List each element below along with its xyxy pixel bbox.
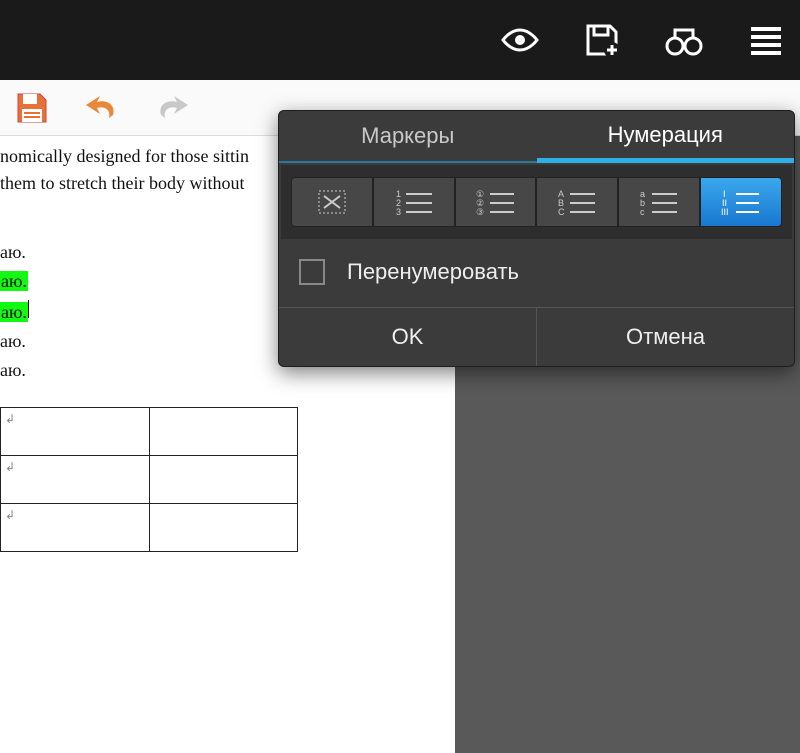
numbering-style-selector: 123 ①②③ ABC abc IIIIII (281, 165, 792, 239)
document-table[interactable]: ↲ ↲ ↲ (0, 407, 298, 552)
popup-tabs: Маркеры Нумерация (279, 111, 794, 163)
redo-icon[interactable] (152, 88, 192, 128)
ok-button[interactable]: OK (279, 308, 537, 366)
numbering-popup: Маркеры Нумерация 123 ①②③ ABC abc IIIIII… (278, 110, 795, 367)
numbering-style-alpha-upper[interactable]: ABC (536, 177, 618, 227)
save-plus-icon[interactable] (580, 18, 624, 62)
renumber-row: Перенумеровать (279, 241, 794, 307)
table-cell[interactable] (149, 504, 298, 552)
svg-text:C: C (558, 207, 565, 217)
popup-actions: OK Отмена (279, 307, 794, 366)
numbering-style-circled[interactable]: ①②③ (455, 177, 537, 227)
numbering-style-decimal[interactable]: 123 (373, 177, 455, 227)
menu-icon[interactable] (744, 18, 788, 62)
save-icon[interactable] (12, 88, 52, 128)
svg-text:3: 3 (396, 207, 401, 217)
svg-text:③: ③ (476, 207, 484, 217)
numbering-style-alpha-lower[interactable]: abc (618, 177, 700, 227)
numbering-style-roman[interactable]: IIIIII (700, 177, 782, 227)
table-cell[interactable]: ↲ (1, 504, 150, 552)
binoculars-icon[interactable] (662, 18, 706, 62)
table-cell[interactable]: ↲ (1, 456, 150, 504)
table-cell[interactable] (149, 408, 298, 456)
eye-icon[interactable] (498, 18, 542, 62)
svg-text:c: c (640, 207, 645, 217)
table-cell[interactable]: ↲ (1, 408, 150, 456)
tab-numbering[interactable]: Нумерация (537, 111, 795, 163)
tab-markers[interactable]: Маркеры (279, 111, 537, 163)
table-cell[interactable] (149, 456, 298, 504)
renumber-label: Перенумеровать (347, 259, 519, 285)
cancel-button[interactable]: Отмена (537, 308, 794, 366)
undo-icon[interactable] (82, 88, 122, 128)
renumber-checkbox[interactable] (299, 259, 325, 285)
svg-text:III: III (721, 207, 729, 217)
numbering-style-none[interactable] (291, 177, 373, 227)
app-top-bar (0, 0, 800, 80)
